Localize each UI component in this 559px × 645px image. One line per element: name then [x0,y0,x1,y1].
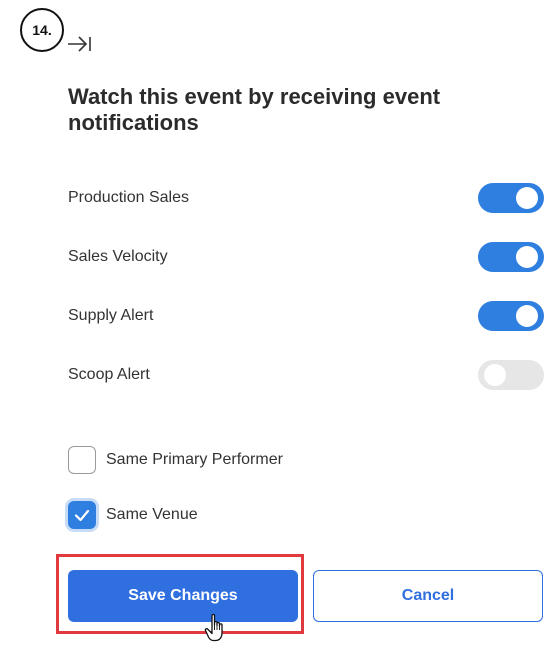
supply-alert-toggle[interactable] [478,301,544,331]
same-venue-label: Same Venue [106,506,198,523]
same-venue-checkbox[interactable] [68,501,96,529]
panel-title: Watch this event by receiving event noti… [68,84,441,135]
sales-velocity-toggle[interactable] [478,242,544,272]
hand-pointer-icon [204,613,223,642]
toggle-knob [516,246,538,268]
toggle-row-scoop-alert: Scoop Alert [68,360,544,390]
production-sales-toggle[interactable] [478,183,544,213]
toggle-knob [516,187,538,209]
scoop-alert-toggle[interactable] [478,360,544,390]
same-venue-option[interactable]: Same Venue [68,499,198,531]
toggle-row-sales-velocity: Sales Velocity [68,242,544,272]
toggle-label-production-sales: Production Sales [68,189,189,206]
toggle-label-scoop-alert: Scoop Alert [68,366,150,383]
toggle-row-supply-alert: Supply Alert [68,301,544,331]
toggle-label-supply-alert: Supply Alert [68,307,154,324]
toggle-knob [516,305,538,327]
same-primary-performer-checkbox[interactable] [68,446,96,474]
save-changes-button[interactable]: Save Changes [68,570,298,622]
same-primary-performer-label: Same Primary Performer [106,451,283,468]
same-primary-performer-option[interactable]: Same Primary Performer [68,444,283,476]
toggle-knob [484,364,506,386]
toggle-label-sales-velocity: Sales Velocity [68,248,168,265]
step-number-label: 14. [32,22,52,38]
cancel-button[interactable]: Cancel [313,570,543,622]
checkmark-icon [74,509,90,522]
step-number-badge: 14. [20,8,64,52]
collapse-panel-icon[interactable] [66,34,98,54]
toggle-row-production-sales: Production Sales [68,183,544,213]
